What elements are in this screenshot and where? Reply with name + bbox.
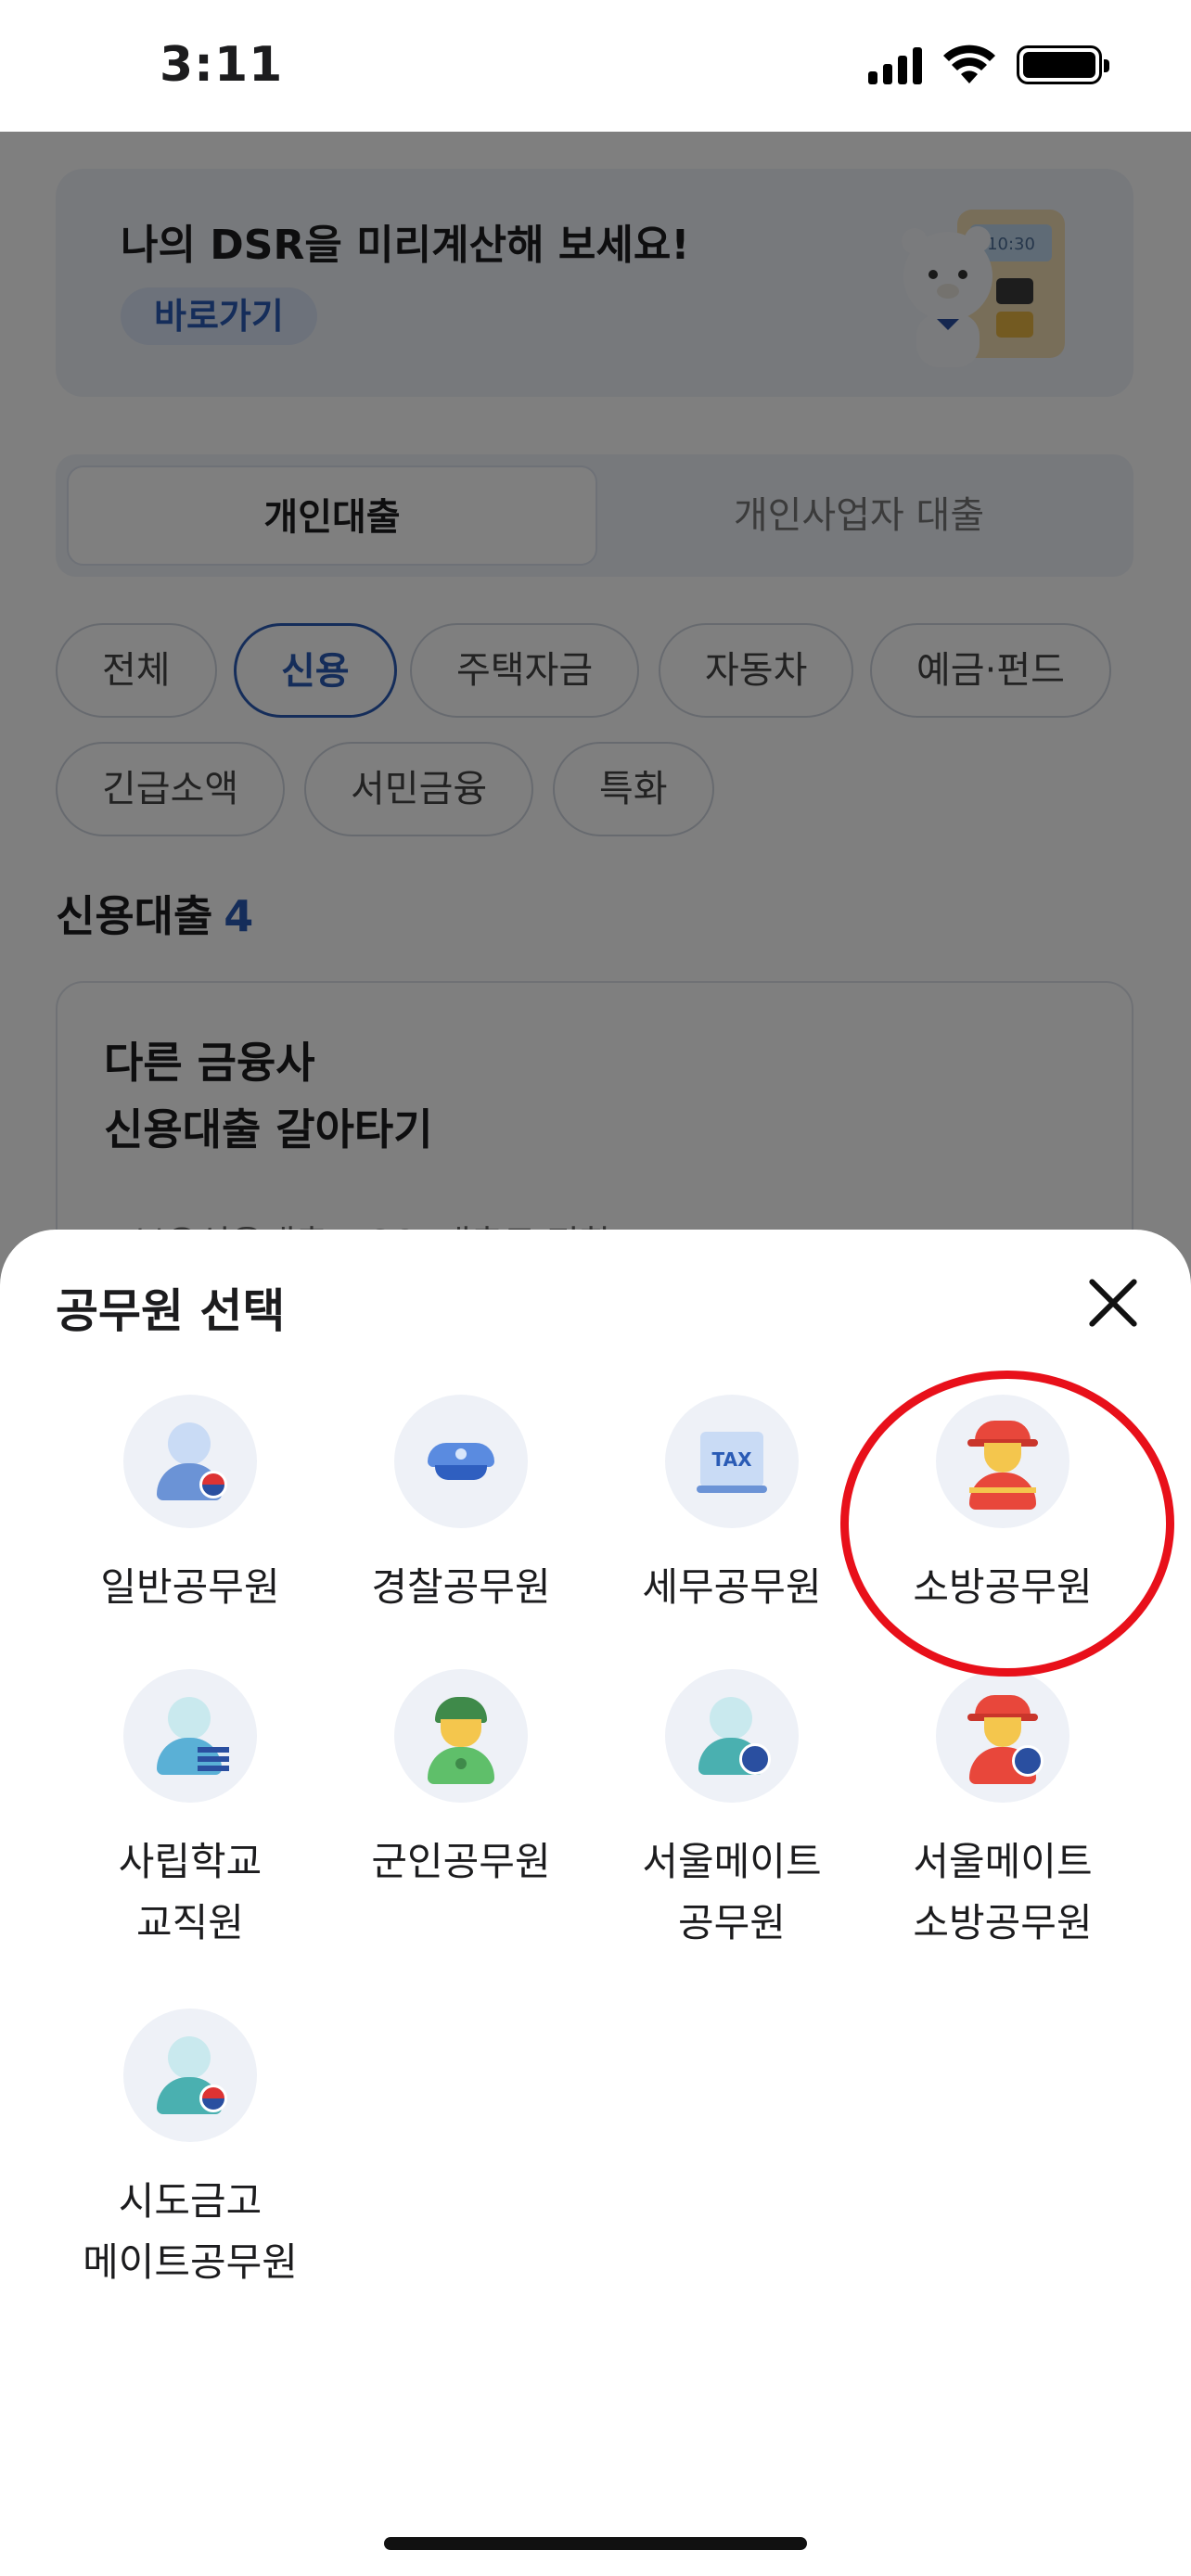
status-bar: 3:11 <box>0 0 1191 132</box>
seoulmate-official-icon <box>665 1669 799 1803</box>
option-label: 서울메이트 <box>642 1839 822 1884</box>
cellular-signal-icon <box>868 45 922 84</box>
city-treasury-official-icon <box>123 2009 257 2142</box>
status-time: 3:11 <box>160 37 284 93</box>
option-label-line2: 메이트공무원 <box>83 2239 298 2285</box>
seoulmate-firefighter-icon <box>936 1669 1069 1803</box>
option-label-line2: 공무원 <box>678 1900 786 1945</box>
option-city-treasury-official[interactable]: 시도금고 메이트공무원 <box>56 2009 325 2296</box>
option-label: 시도금고 <box>118 2178 263 2224</box>
option-police-official[interactable]: 경찰공무원 <box>327 1395 596 1621</box>
option-label: 일반공무원 <box>100 1564 280 1610</box>
tax-icon: TAX <box>665 1395 799 1528</box>
home-indicator[interactable] <box>384 2537 807 2550</box>
highlight-annotation-ring <box>840 1371 1174 1677</box>
teacher-icon <box>123 1669 257 1803</box>
option-tax-official[interactable]: TAX 세무공무원 <box>597 1395 866 1621</box>
option-private-school-staff[interactable]: 사립학교 교직원 <box>56 1669 325 1957</box>
tax-icon-text: TAX <box>700 1432 763 1487</box>
sheet-title: 공무원 선택 <box>56 1284 286 1338</box>
battery-icon <box>1017 45 1109 84</box>
option-label-line2: 교직원 <box>136 1900 244 1945</box>
option-seoulmate-official[interactable]: 서울메이트 공무원 <box>597 1669 866 1957</box>
soldier-icon <box>394 1669 528 1803</box>
status-icons <box>868 45 1109 85</box>
general-official-icon <box>123 1395 257 1528</box>
option-label: 사립학교 <box>118 1839 263 1884</box>
option-label: 군인공무원 <box>371 1839 551 1884</box>
close-button[interactable] <box>1083 1272 1145 1333</box>
option-label: 경찰공무원 <box>371 1564 551 1610</box>
police-hat-icon <box>394 1395 528 1528</box>
option-military-official[interactable]: 군인공무원 <box>327 1669 596 1895</box>
option-label: 세무공무원 <box>642 1564 822 1610</box>
option-label-line2: 소방공무원 <box>913 1900 1093 1945</box>
option-seoulmate-firefighter[interactable]: 서울메이트 소방공무원 <box>868 1669 1137 1957</box>
wifi-icon <box>943 45 995 83</box>
option-label: 서울메이트 <box>913 1839 1093 1884</box>
option-general-official[interactable]: 일반공무원 <box>56 1395 325 1621</box>
